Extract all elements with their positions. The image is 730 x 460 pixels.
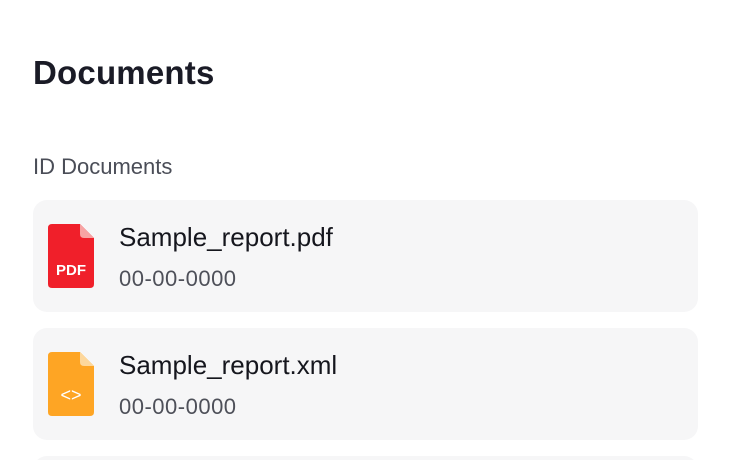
document-item-pdf[interactable]: PDF Sample_report.pdf 00-00-0000 (33, 200, 698, 312)
document-date: 00-00-0000 (119, 394, 237, 419)
document-item-xml[interactable]: <> Sample_report.xml 00-00-0000 (33, 328, 698, 440)
document-item-partial[interactable] (33, 456, 698, 460)
document-name: Sample_report.pdf (119, 222, 333, 252)
pdf-file-icon: PDF (48, 224, 94, 288)
code-file-icon: <> (48, 352, 94, 416)
document-date: 00-00-0000 (119, 266, 237, 291)
document-name: Sample_report.xml (119, 350, 338, 380)
page-title: Documents (33, 54, 215, 91)
code-file-icon-label: <> (60, 385, 81, 405)
documents-panel: Documents ID Documents PDF Sample_report… (0, 0, 730, 460)
document-list: PDF Sample_report.pdf 00-00-0000 <> Samp… (33, 200, 698, 460)
section-label-id-documents: ID Documents (33, 154, 173, 179)
pdf-file-icon-label: PDF (56, 262, 86, 279)
